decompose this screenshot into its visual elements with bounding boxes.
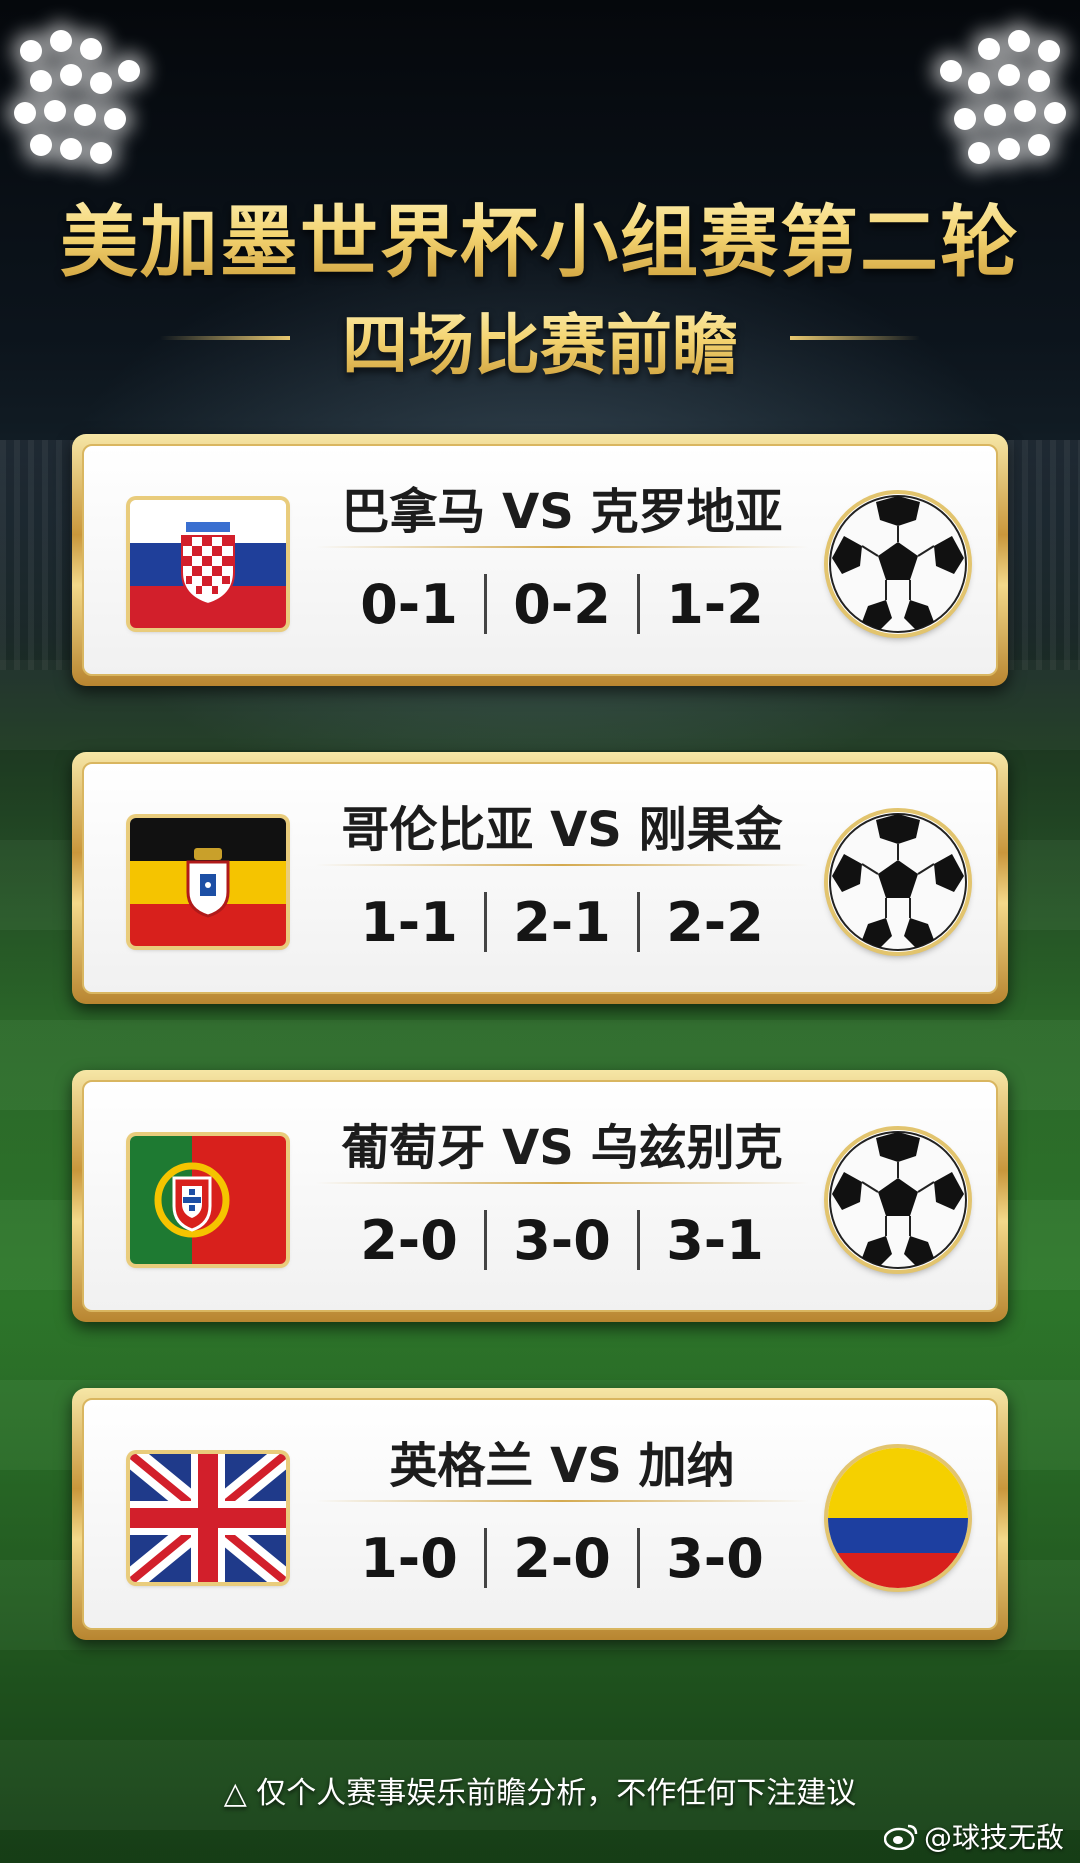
divider [316,1500,808,1502]
match-card: 葡萄牙 VS 乌兹别克 2-0 3-0 3-1 [72,1070,1008,1322]
soccer-ball-icon [828,812,968,952]
score-prediction: 0-1 [360,572,458,636]
match-card: 英格兰 VS 加纳 1-0 2-0 3-0 [72,1388,1008,1640]
soccer-ball-icon [828,1130,968,1270]
croatia-flag-icon [130,500,286,628]
match-title: 葡萄牙 VS 乌兹别克 [341,1120,783,1176]
score-prediction: 2-1 [513,890,611,954]
score-prediction: 1-0 [360,1526,458,1590]
match-title: 英格兰 VS 加纳 [389,1438,735,1494]
divider [316,864,808,866]
score-prediction: 2-0 [360,1208,458,1272]
disclaimer-text: △ 仅个人赛事娱乐前瞻分析，不作任何下注建议 [223,1776,857,1811]
score-prediction: 2-2 [666,890,764,954]
soccer-ball-icon [828,494,968,634]
floodlight-right-icon [900,30,1070,180]
score-prediction: 1-1 [360,890,458,954]
score-prediction: 3-0 [513,1208,611,1272]
floodlight-left-icon [10,30,180,180]
match-title: 巴拿马 VS 克罗地亚 [341,484,783,540]
score-prediction: 3-1 [666,1208,764,1272]
score-predictions: 2-0 3-0 3-1 [306,1200,818,1280]
divider [316,546,808,548]
union-jack-flag-icon [130,1454,286,1582]
score-predictions: 1-0 2-0 3-0 [306,1518,818,1598]
weibo-logo-icon [883,1824,918,1850]
score-prediction: 0-2 [513,572,611,636]
black-yellow-red-flag-icon [130,818,286,946]
watermark-text: @球技无敌 [923,1821,1064,1854]
score-predictions: 1-1 2-1 2-2 [306,882,818,962]
match-card: 哥伦比亚 VS 刚果金 1-1 2-1 2-2 [72,752,1008,1004]
score-prediction: 3-0 [666,1526,764,1590]
score-prediction: 1-2 [666,572,764,636]
page-title: 美加墨世界杯小组赛第二轮 [0,180,1080,292]
score-prediction: 2-0 [513,1526,611,1590]
portugal-flag-icon [130,1136,286,1264]
score-predictions: 0-1 0-2 1-2 [306,564,818,644]
page-subtitle: 四场比赛前瞻 [0,292,1080,388]
title-decoration-right [790,336,920,340]
divider [316,1182,808,1184]
colombia-flag-circle-icon [828,1448,968,1588]
match-title: 哥伦比亚 VS 刚果金 [341,802,783,858]
match-card: 巴拿马 VS 克罗地亚 0-1 0-2 1-2 [72,434,1008,686]
watermark: @球技无敌 [883,1816,1064,1856]
